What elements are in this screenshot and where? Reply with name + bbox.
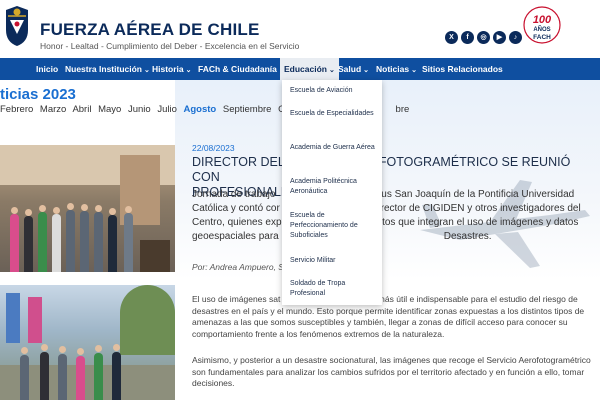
- news-year-heading: ticias 2023: [0, 86, 76, 103]
- month-link-junio[interactable]: Junio: [128, 104, 151, 115]
- nav-item-inicio[interactable]: Inicio: [36, 58, 58, 80]
- article-title-left: DIRECTOR DEL: [192, 155, 285, 169]
- fach-crest-logo[interactable]: [2, 4, 32, 48]
- dropdown-item-academia-politecnica[interactable]: Academia Politécnica Aeronáutica: [290, 177, 378, 197]
- dropdown-item-servicio-militar[interactable]: Servicio Militar: [290, 256, 378, 266]
- tiktok-icon[interactable]: ♪: [509, 31, 522, 44]
- lead-text: Centro, quienes exp: [192, 217, 282, 228]
- paragraph-text: ía más útil e indispensable para el estu…: [368, 294, 578, 304]
- chevron-down-icon: ⌄: [363, 67, 370, 74]
- chevron-down-icon: ⌄: [411, 67, 417, 74]
- article-author: Por: Andrea Ampuero, S: [192, 262, 284, 272]
- nav-item-fach-ciudadania[interactable]: FACh & Ciudadanía⌄: [198, 58, 285, 80]
- anniversary-word: AÑOS: [533, 26, 550, 33]
- dropdown-item-academia-guerra-aerea[interactable]: Academia de Guerra Aérea: [290, 143, 378, 153]
- paragraph-text: El uso de imágenes sat: [192, 294, 281, 304]
- nav-item-sitios-relacionados[interactable]: Sitios Relacionados: [422, 58, 503, 80]
- site-tagline: Honor - Lealtad - Cumplimiento del Deber…: [40, 41, 300, 51]
- article-date: 22/08/2023: [192, 143, 235, 153]
- instagram-icon[interactable]: ◎: [477, 31, 490, 44]
- article-paragraph-1: El uso de imágenes sat ía más útil e indi…: [192, 294, 597, 340]
- month-link-partial[interactable]: bre: [396, 104, 410, 115]
- lead-text: geoespaciales para l: [192, 231, 284, 242]
- month-link-septiembre[interactable]: Septiembre: [223, 104, 272, 115]
- nav-item-salud[interactable]: Salud ⌄: [338, 58, 369, 80]
- anniversary-number: 100: [533, 14, 552, 26]
- article-lead: Jornada de trabajo mpus San Joaquín de la…: [192, 188, 597, 244]
- anniversary-100-logo[interactable]: 100 AÑOS FACH: [523, 3, 561, 47]
- month-link-abril[interactable]: Abril: [72, 104, 91, 115]
- chevron-down-icon: ⌄: [143, 67, 150, 74]
- dropdown-item-escuela-especialidades[interactable]: Escuela de Especialidades: [290, 109, 378, 119]
- dropdown-item-escuela-aviacion[interactable]: Escuela de Aviación: [290, 86, 378, 96]
- educacion-dropdown-menu: Escuela de Aviación Escuela de Especiali…: [282, 80, 382, 305]
- site-title[interactable]: FUERZA AÉREA DE CHILE: [40, 20, 260, 40]
- month-link-julio[interactable]: Julio: [157, 104, 177, 115]
- lead-text: Jornada de trabajo: [192, 189, 276, 200]
- month-link-agosto[interactable]: Agosto: [184, 104, 217, 115]
- nav-label: Sitios Relacionados: [422, 64, 503, 74]
- nav-label: Salud: [338, 64, 362, 74]
- facebook-icon[interactable]: f: [461, 31, 474, 44]
- chevron-down-icon: ⌄: [328, 67, 335, 74]
- anniversary-brand: FACH: [533, 34, 551, 41]
- lead-text: l director de CIGIDEN y otros investigad…: [367, 203, 581, 214]
- x-icon[interactable]: X: [445, 31, 458, 44]
- month-link-mayo[interactable]: Mayo: [98, 104, 121, 115]
- nav-item-educacion[interactable]: Educación ⌄: [280, 58, 339, 80]
- article-photo-group-indoor[interactable]: [0, 145, 175, 272]
- nav-label: Noticias: [376, 64, 410, 74]
- nav-label: FACh & Ciudadanía: [198, 64, 277, 74]
- lead-text: mpus San Joaquín de la Pontificia Univer…: [367, 189, 575, 200]
- main-nav: Inicio Nuestra Institución ⌄ Historia ⌄ FA…: [0, 58, 600, 80]
- dropdown-item-soldado-tropa[interactable]: Soldado de Tropa Profesional: [290, 279, 378, 299]
- nav-label: Historia: [152, 64, 184, 74]
- lead-text: ectos que integran el uso de imágenes y …: [371, 217, 579, 228]
- dropdown-item-escuela-perfeccionamiento[interactable]: Escuela de Perfeccionamiento de Subofici…: [290, 211, 378, 241]
- month-link-febrero[interactable]: Febrero: [0, 104, 33, 115]
- site-header: FUERZA AÉREA DE CHILE Honor - Lealtad - …: [0, 0, 600, 58]
- youtube-icon[interactable]: ▶: [493, 31, 506, 44]
- lead-text: Católica y contó cor: [192, 203, 280, 214]
- nav-item-historia[interactable]: Historia ⌄: [152, 58, 192, 80]
- month-link-marzo[interactable]: Marzo: [40, 104, 66, 115]
- nav-item-nuestra-institucion[interactable]: Nuestra Institución ⌄: [65, 58, 150, 80]
- nav-item-noticias[interactable]: Noticias ⌄: [376, 58, 417, 80]
- paragraph-text: desastres en el país y el mundo.: [192, 305, 315, 316]
- nav-label: Nuestra Institución: [65, 64, 142, 74]
- article-photo-group-outdoor[interactable]: [0, 285, 175, 400]
- article-paragraph-2: Asimismo, y posterior a un desastre soci…: [192, 355, 591, 388]
- chevron-down-icon: ⌄: [185, 67, 192, 74]
- lead-text: Desastres.: [443, 231, 492, 242]
- nav-label: Inicio: [36, 64, 59, 74]
- nav-label: Educación: [284, 64, 327, 74]
